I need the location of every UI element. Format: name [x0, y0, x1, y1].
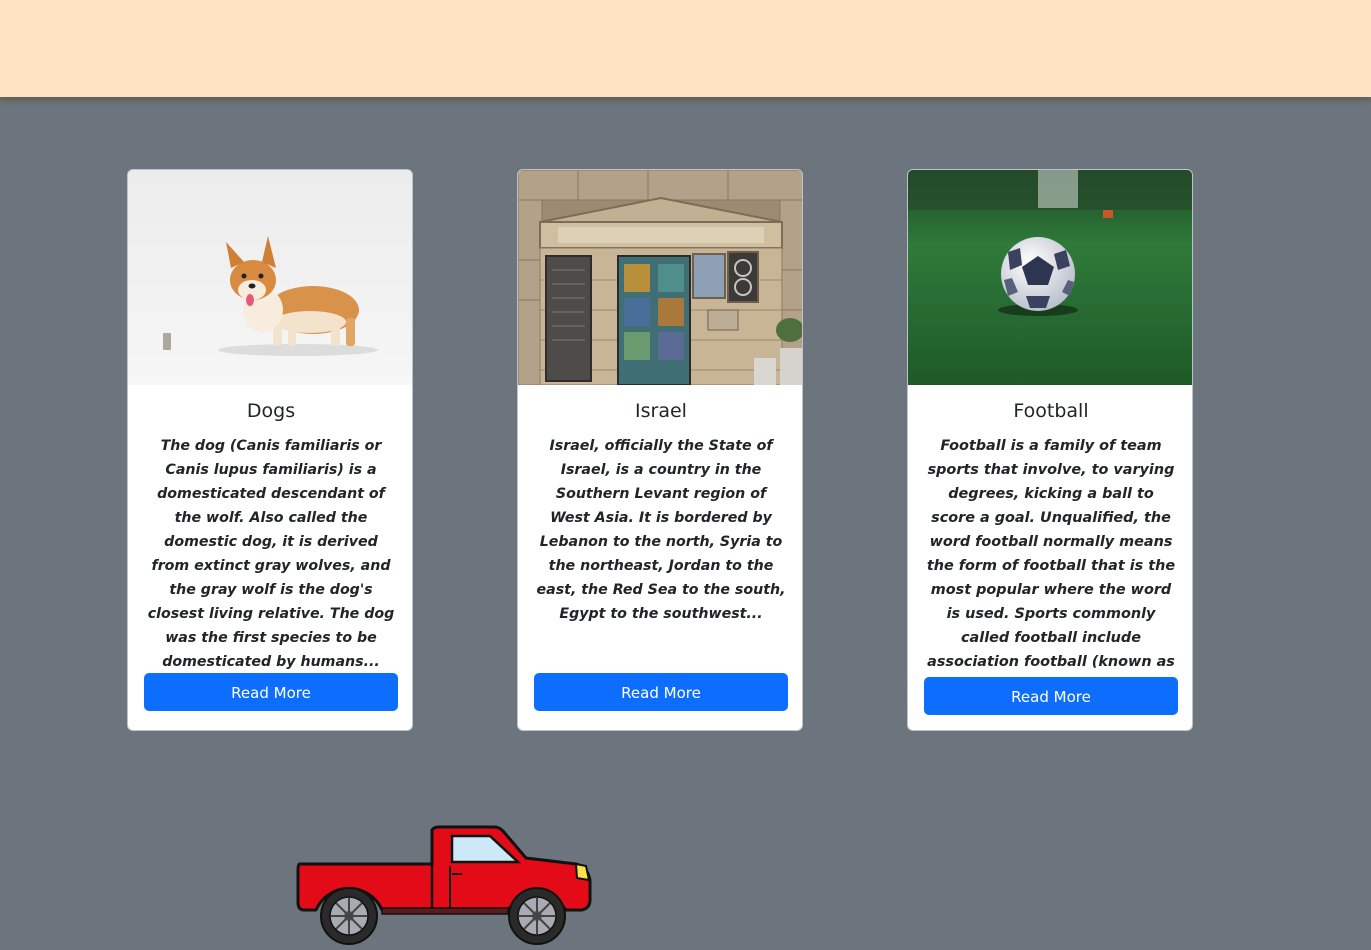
top-banner — [0, 0, 1371, 97]
card-israel: Israel Israel, officially the State of I… — [517, 169, 803, 731]
soccer-ball-image — [908, 170, 1192, 385]
card-description: The dog (Canis familiaris or Canis lupus… — [147, 438, 395, 670]
card-description: Israel, officially the State of Israel, … — [536, 438, 786, 622]
card-title: Football — [1013, 400, 1089, 422]
read-more-button[interactable]: Read More — [534, 673, 788, 711]
corgi-image — [128, 170, 412, 385]
card-description: Football is a family of team sports that… — [926, 438, 1176, 694]
card-title: Dogs — [246, 400, 296, 422]
red-pickup-truck-image — [294, 822, 594, 946]
card-dogs: Dogs The dog (Canis familiaris or Canis … — [127, 169, 413, 731]
synagogue-door-image — [518, 170, 802, 385]
card-football: Football Football is a family of team sp… — [907, 169, 1193, 731]
read-more-button[interactable]: Read More — [144, 673, 398, 711]
card-title: Israel — [635, 400, 687, 422]
read-more-button[interactable]: Read More — [924, 677, 1178, 715]
